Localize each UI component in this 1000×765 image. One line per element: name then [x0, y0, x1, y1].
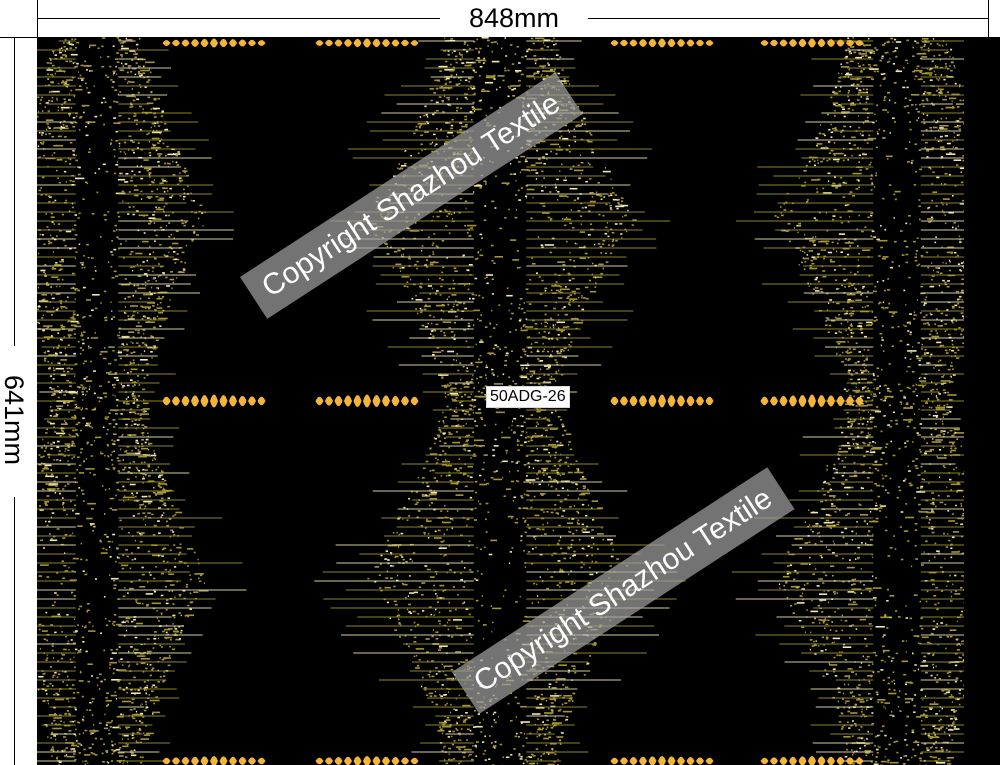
width-ruler-left-line	[38, 18, 440, 19]
fabric-right-strip	[964, 37, 1000, 765]
height-dimension-ruler: 641mm	[0, 37, 37, 765]
width-dimension-ruler: 848mm	[0, 0, 1000, 37]
design-code-label: 50ADG-26	[486, 386, 570, 408]
width-ruler-right-tick	[988, 0, 989, 37]
width-dimension-label: 848mm	[468, 3, 560, 33]
width-ruler-right-line	[588, 18, 988, 19]
height-ruler-bottom-line	[14, 497, 15, 765]
height-ruler-top-line	[14, 38, 15, 346]
height-dimension-label: 641mm	[0, 374, 29, 466]
height-ruler-top-tick	[0, 37, 37, 38]
